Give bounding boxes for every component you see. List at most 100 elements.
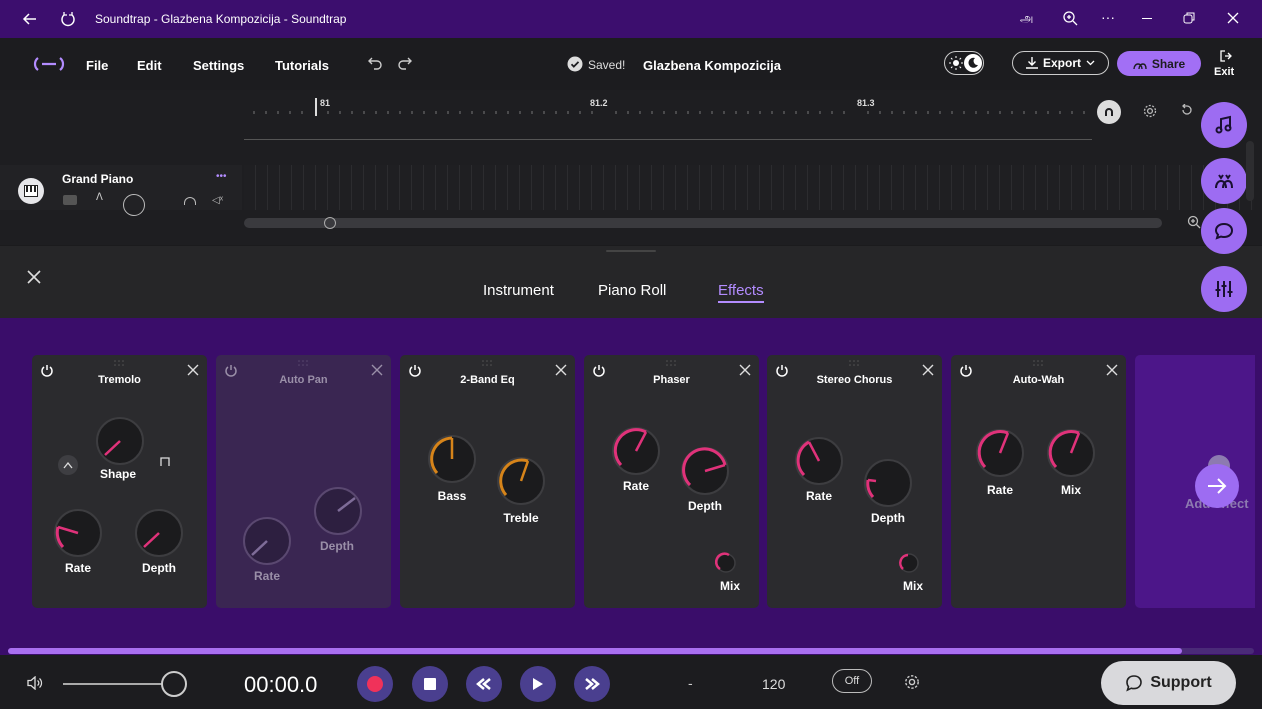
drag-handle[interactable] — [606, 250, 656, 252]
track-volume-knob[interactable] — [123, 194, 145, 216]
transport-settings-icon[interactable] — [904, 674, 920, 690]
undo-icon[interactable] — [367, 56, 383, 70]
wave-square-icon[interactable] — [160, 457, 170, 467]
music-note-icon — [1215, 115, 1232, 134]
mixer-button[interactable] — [1201, 266, 1247, 312]
effects-scroll-fill[interactable] — [8, 648, 1182, 654]
loop-icon[interactable] — [1097, 100, 1121, 124]
support-button[interactable]: Support — [1101, 661, 1236, 705]
tab-instrument[interactable]: Instrument — [483, 282, 554, 299]
knob-label: Bass — [437, 489, 467, 503]
close-window-icon[interactable] — [1227, 12, 1239, 24]
menu-file[interactable]: File — [86, 58, 108, 73]
tempo-display[interactable]: 120 — [762, 676, 785, 692]
rewind-button[interactable] — [466, 666, 502, 702]
track-lane[interactable] — [244, 165, 1254, 210]
knob-depth[interactable] — [133, 507, 185, 559]
fast-forward-icon — [585, 678, 600, 690]
speaker-icon[interactable] — [27, 676, 43, 690]
track-user-icon[interactable]: ᐱ — [96, 192, 103, 203]
playhead-marker[interactable] — [315, 98, 317, 116]
moon-icon — [964, 54, 982, 72]
settings-gear-icon[interactable] — [1143, 104, 1157, 118]
effects-scroll-track[interactable] — [8, 648, 1254, 654]
scroll-thumb[interactable] — [324, 217, 336, 229]
wave-triangle-icon[interactable] — [58, 455, 78, 475]
menu-settings[interactable]: Settings — [193, 58, 244, 73]
redo-icon[interactable] — [397, 56, 413, 70]
knob-label: Treble — [503, 511, 539, 525]
reset-icon[interactable] — [1181, 104, 1193, 116]
share-button[interactable]: Share — [1117, 51, 1201, 76]
drag-grip-icon[interactable] — [482, 360, 492, 366]
soundtrap-logo-icon[interactable] — [33, 56, 65, 72]
drag-grip-icon[interactable] — [849, 360, 859, 366]
theme-toggle[interactable] — [944, 51, 984, 75]
knob-depth[interactable] — [862, 457, 914, 509]
drag-grip-icon[interactable] — [298, 360, 308, 366]
exit-button[interactable]: Exit — [1214, 50, 1238, 80]
scroll-right-button[interactable] — [1195, 464, 1239, 508]
tab-piano-roll[interactable]: Piano Roll — [598, 282, 666, 299]
knob-label: Rate — [622, 479, 649, 493]
volume-slider-thumb[interactable] — [161, 671, 187, 697]
knob-bass[interactable] — [426, 433, 478, 485]
timeline-area: 81 81.2 81.3 Grand Piano ••• ᐱ ◁ˣ — [0, 90, 1262, 245]
ruler-mark: 81.3 — [857, 98, 875, 108]
track-speaker-icon[interactable]: ◁ˣ — [212, 195, 223, 206]
knob-rate[interactable] — [241, 515, 293, 567]
track-header[interactable]: Grand Piano ••• ᐱ ◁ˣ — [0, 165, 242, 216]
knob-depth[interactable] — [679, 445, 731, 497]
menu-edit[interactable]: Edit — [137, 58, 162, 73]
refresh-icon[interactable] — [60, 11, 76, 27]
knob-mix[interactable] — [1045, 427, 1097, 479]
track-more-icon[interactable]: ••• — [216, 171, 227, 182]
zoom-icon[interactable] — [1062, 10, 1078, 26]
track-headphones-icon[interactable] — [184, 197, 196, 205]
collaborators-button[interactable] — [1201, 158, 1247, 204]
minimize-icon[interactable] — [1142, 18, 1152, 19]
tab-effects[interactable]: Effects — [718, 282, 764, 303]
support-label: Support — [1150, 674, 1212, 691]
menu-tutorials[interactable]: Tutorials — [275, 58, 329, 73]
record-button[interactable] — [357, 666, 393, 702]
track-name[interactable]: Grand Piano — [62, 172, 133, 186]
effect-title: Auto Pan — [279, 374, 328, 386]
effect-card-phaser: Phaser Rate Depth Mix — [584, 355, 759, 608]
key-display[interactable]: - — [688, 675, 693, 691]
translate-icon[interactable]: அ — [1020, 11, 1033, 27]
knob-rate[interactable] — [974, 427, 1026, 479]
side-handle[interactable] — [1246, 141, 1254, 201]
restore-icon[interactable] — [1183, 12, 1195, 24]
chat-button[interactable] — [1201, 208, 1247, 254]
stop-button[interactable] — [412, 666, 448, 702]
knob-rate[interactable] — [52, 507, 104, 559]
back-arrow-icon[interactable] — [22, 11, 38, 27]
knob-shape[interactable] — [94, 415, 146, 467]
close-panel-icon[interactable] — [27, 270, 41, 284]
more-icon[interactable]: ··· — [1101, 9, 1115, 25]
drag-grip-icon[interactable] — [666, 360, 676, 366]
knob-label: Shape — [99, 467, 136, 481]
drag-grip-icon[interactable] — [114, 360, 124, 366]
fast-forward-button[interactable] — [574, 666, 610, 702]
knob-mix[interactable] — [898, 552, 920, 574]
export-button[interactable]: Export — [1012, 51, 1109, 75]
knob-rate[interactable] — [610, 425, 662, 477]
knob-treble[interactable] — [495, 455, 547, 507]
knob-rate[interactable] — [793, 435, 845, 487]
knob-mix[interactable] — [715, 552, 737, 574]
play-button[interactable] — [520, 666, 556, 702]
timeline-scrollbar[interactable] — [244, 217, 1162, 229]
knob-depth[interactable] — [312, 485, 364, 537]
ruler[interactable]: 81 81.2 81.3 — [244, 90, 1092, 140]
drag-grip-icon[interactable] — [1033, 360, 1043, 366]
volume-slider[interactable] — [63, 671, 187, 697]
zoom-in-icon[interactable] — [1187, 215, 1201, 229]
project-title[interactable]: Glazbena Kompozicija — [643, 58, 781, 73]
track-solo-icon[interactable] — [63, 195, 77, 205]
effect-card-2-band-eq: 2-Band Eq Bass Treble — [400, 355, 575, 608]
metronome-toggle[interactable]: Off — [832, 669, 872, 693]
metronome-label: Off — [844, 675, 860, 687]
music-note-button[interactable] — [1201, 102, 1247, 148]
